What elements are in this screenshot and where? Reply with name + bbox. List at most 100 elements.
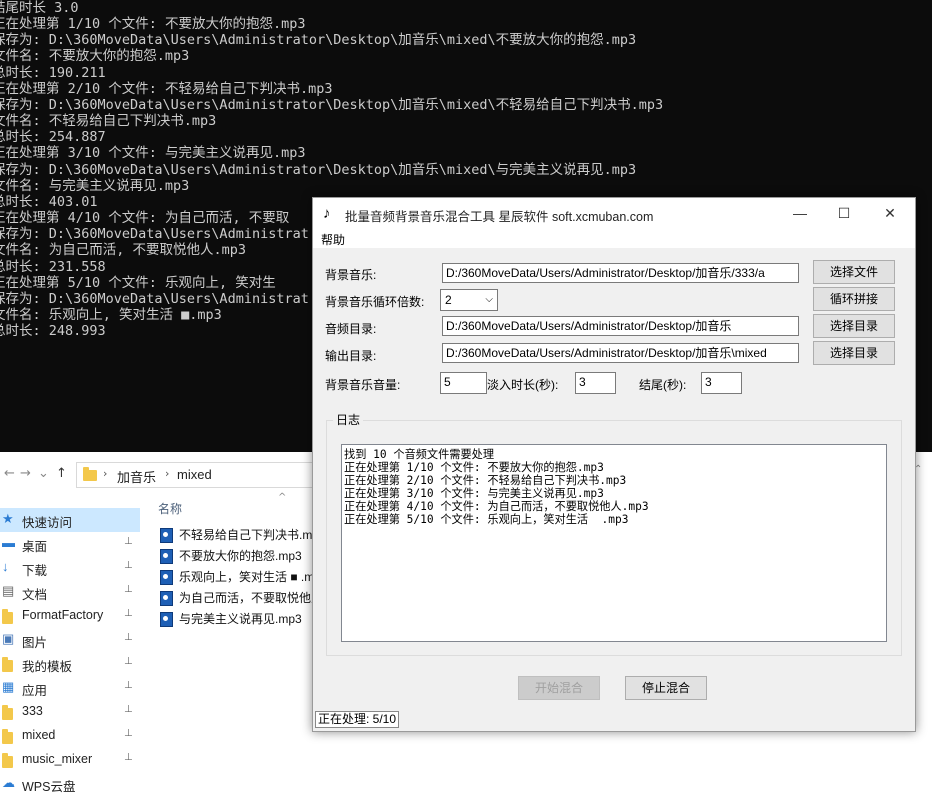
output-dir-label: 输出目录:: [325, 349, 377, 363]
sidebar-item[interactable]: ★ 快速访问: [0, 508, 140, 532]
console-line: 文件名: 不要放大你的抱怨.mp3: [0, 48, 190, 65]
picture-icon: ▣: [2, 631, 15, 646]
menu-bar: 帮助: [313, 228, 915, 248]
log-line: 找到 10 个音频文件需要处理: [344, 448, 495, 461]
file-name: 为自己而活，不要取悦他人.mp3: [179, 591, 330, 605]
sidebar-item[interactable]: music_mixer ⊥: [0, 748, 140, 772]
volume-input[interactable]: 5: [440, 372, 487, 394]
audio-dir-input[interactable]: D:/360MoveData/Users/Administrator/Deskt…: [442, 316, 799, 336]
ending-input[interactable]: 3: [701, 372, 742, 394]
close-icon[interactable]: ✕: [875, 202, 905, 224]
menu-help[interactable]: 帮助: [321, 231, 345, 248]
select-audio-dir-button[interactable]: 选择目录: [813, 314, 895, 338]
pin-icon[interactable]: ⊥: [124, 560, 133, 571]
file-name: 不轻易给自己下判决书.mp3: [179, 528, 326, 542]
console-line: 总时长: 254.887: [0, 129, 106, 146]
apps-icon: ▦: [2, 679, 15, 694]
file-name: 与完美主义说再见.mp3: [179, 612, 302, 626]
log-line: 正在处理第 1/10 个文件: 不要放大你的抱怨.mp3: [344, 461, 604, 474]
sidebar-item[interactable]: ▣ 图片 ⊥: [0, 628, 140, 652]
sidebar-item[interactable]: ▬ 桌面 ⊥: [0, 532, 140, 556]
download-icon: ↓: [2, 559, 9, 574]
start-mix-button[interactable]: 开始混合: [518, 676, 600, 700]
chevron-down-icon[interactable]: ⌄: [38, 466, 49, 481]
log-textarea[interactable]: 找到 10 个音频文件需要处理 正在处理第 1/10 个文件: 不要放大你的抱怨.…: [341, 444, 887, 642]
log-line: 正在处理第 3/10 个文件: 与完美主义说再见.mp3: [344, 487, 604, 500]
file-item[interactable]: 乐观向上，笑对生活 ■ .mp3: [160, 568, 330, 588]
audio-file-icon: [160, 528, 173, 544]
folder-icon: [2, 608, 13, 624]
pin-icon[interactable]: ⊥: [124, 728, 133, 739]
forward-arrow-icon[interactable]: →: [20, 466, 31, 481]
log-line: 正在处理第 5/10 个文件: 乐观向上，笑对生活 .mp3: [344, 513, 629, 526]
mixer-dialog: ♪ 批量音频背景音乐混合工具 星辰软件 soft.xcmuban.com — ☐…: [312, 197, 916, 732]
sidebar-item[interactable]: FormatFactory ⊥: [0, 604, 140, 628]
column-header-name[interactable]: 名称: [158, 500, 182, 517]
console-line: 文件名: 与完美主义说再见.mp3: [0, 177, 190, 194]
sidebar-item[interactable]: ▦ 应用 ⊥: [0, 676, 140, 700]
loop-select[interactable]: 2 ⌵: [440, 289, 498, 311]
navigation-pane: ★ 快速访问 ▬ 桌面 ⊥ ↓ 下载 ⊥ ▤ 文档 ⊥ FormatFactory ⊥ ▣ 图片 ⊥ 我的模板 ⊥…: [0, 508, 140, 806]
breadcrumb-item[interactable]: 加音乐: [117, 467, 156, 486]
sidebar-item-label: 图片: [22, 636, 48, 650]
status-text: 正在处理: 5/10: [315, 711, 399, 728]
file-item[interactable]: 不轻易给自己下判决书.mp3: [160, 526, 330, 546]
sidebar-item-label: WPS云盘: [22, 780, 76, 794]
folder-icon: [2, 656, 13, 672]
cloud-icon: ☁: [2, 775, 15, 790]
folder-icon: [2, 752, 13, 768]
pin-icon[interactable]: ⊥: [124, 584, 133, 595]
pin-icon[interactable]: ⊥: [124, 608, 133, 619]
loop-value: 2: [445, 293, 452, 307]
select-output-dir-button[interactable]: 选择目录: [813, 341, 895, 365]
sidebar-item-label: mixed: [22, 728, 56, 742]
sort-up-icon: ^: [278, 492, 287, 503]
maximize-icon[interactable]: ☐: [829, 202, 859, 224]
sidebar-item-label: music_mixer: [22, 752, 93, 766]
folder-icon: [2, 704, 13, 720]
pin-icon[interactable]: ⊥: [124, 656, 133, 667]
loop-label: 背景音乐循环倍数:: [325, 295, 425, 309]
stop-mix-button[interactable]: 停止混合: [625, 676, 707, 700]
file-item[interactable]: 为自己而活，不要取悦他人.mp3: [160, 589, 330, 609]
file-name: 乐观向上，笑对生活 ■ .mp3: [179, 570, 328, 584]
sidebar-item-label: 下载: [22, 564, 48, 578]
sidebar-item[interactable]: ↓ 下载 ⊥: [0, 556, 140, 580]
console-line: 正在处理第 3/10 个文件: 与完美主义说再见.mp3: [0, 145, 306, 162]
chevron-down-icon: ⌵: [485, 294, 493, 305]
file-item[interactable]: 不要放大你的抱怨.mp3: [160, 547, 330, 567]
log-line: 正在处理第 2/10 个文件: 不轻易给自己下判决书.mp3: [344, 474, 627, 487]
audio-file-icon: [160, 591, 173, 607]
window-title: 批量音频背景音乐混合工具 星辰软件 soft.xcmuban.com: [345, 210, 654, 224]
file-item[interactable]: 与完美主义说再见.mp3: [160, 610, 330, 630]
pin-icon[interactable]: ⊥: [124, 752, 133, 763]
sidebar-item-label: 333: [22, 704, 43, 718]
music-note-icon: ♪: [323, 205, 331, 222]
output-dir-input[interactable]: D:/360MoveData/Users/Administrator/Deskt…: [442, 343, 799, 363]
pin-icon[interactable]: ⊥: [124, 632, 133, 643]
desktop-icon: ▬: [2, 535, 15, 550]
bg-music-input[interactable]: D:/360MoveData/Users/Administrator/Deskt…: [442, 263, 799, 283]
chevron-right-icon: ›: [165, 467, 170, 480]
sidebar-item[interactable]: 333 ⊥: [0, 700, 140, 724]
status-bar: 正在处理: 5/10: [313, 709, 915, 731]
title-bar: ♪ 批量音频背景音乐混合工具 星辰软件 soft.xcmuban.com — ☐…: [313, 198, 915, 228]
breadcrumb-item[interactable]: mixed: [177, 467, 212, 482]
sidebar-item[interactable]: 我的模板 ⊥: [0, 652, 140, 676]
loop-join-button[interactable]: 循环拼接: [813, 287, 895, 311]
pin-icon[interactable]: ⊥: [124, 680, 133, 691]
pin-icon[interactable]: ⊥: [124, 536, 133, 547]
fadein-input[interactable]: 3: [575, 372, 616, 394]
star-icon: ★: [2, 511, 14, 526]
select-file-button[interactable]: 选择文件: [813, 260, 895, 284]
back-arrow-icon[interactable]: ←: [4, 466, 15, 481]
minimize-icon[interactable]: —: [785, 202, 815, 224]
sidebar-item[interactable]: ▤ 文档 ⊥: [0, 580, 140, 604]
up-arrow-icon[interactable]: ↑: [56, 466, 67, 481]
console-line: 结尾时长 3.0: [0, 0, 79, 16]
console-line: 保存为: D:\360MoveData\Users\Administrator\…: [0, 32, 637, 49]
sidebar-item[interactable]: mixed ⊥: [0, 724, 140, 748]
pin-icon[interactable]: ⊥: [124, 704, 133, 715]
sidebar-item[interactable]: ☁ WPS云盘: [0, 772, 140, 796]
log-title: 日志: [333, 411, 364, 428]
